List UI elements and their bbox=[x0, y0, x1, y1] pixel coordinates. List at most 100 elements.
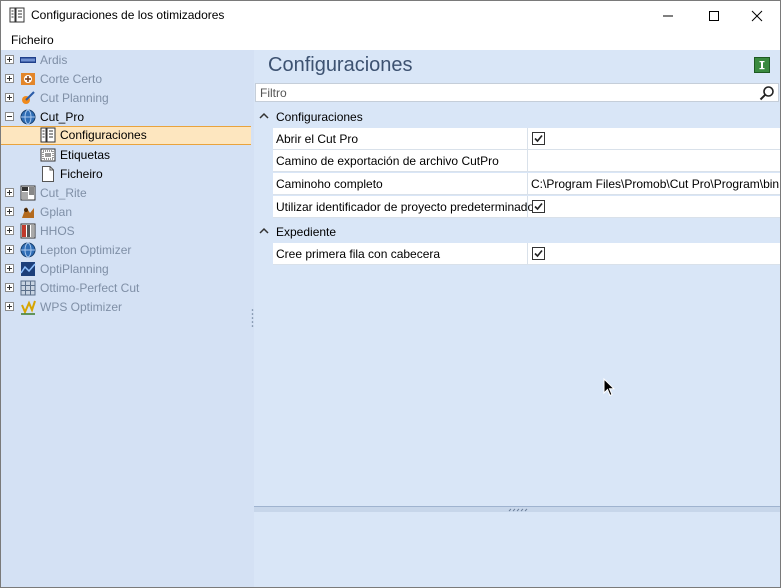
property-name: Cree primera fila con cabecera bbox=[276, 247, 441, 261]
tree-item-etiquetas[interactable]: Etiquetas bbox=[1, 146, 251, 164]
tree-item-cut-planning[interactable]: Cut Planning bbox=[1, 89, 251, 107]
tree-item-ardis[interactable]: Ardis bbox=[1, 51, 251, 69]
corte-certo-icon bbox=[21, 73, 35, 85]
property-value: C:\Program Files\Promob\Cut Pro\Program\… bbox=[531, 177, 780, 191]
property-cree-primera-fila[interactable]: Cree primera fila con cabecera bbox=[273, 243, 780, 265]
check-icon bbox=[534, 202, 543, 211]
chevron-up-icon[interactable] bbox=[259, 226, 269, 236]
category-configuraciones[interactable]: Configuraciones bbox=[254, 106, 780, 128]
expand-icon[interactable] bbox=[5, 283, 14, 292]
info-icon bbox=[759, 61, 765, 70]
file-icon bbox=[42, 166, 54, 182]
maximize-button[interactable] bbox=[691, 1, 737, 31]
tree-item-label: Lepton Optimizer bbox=[40, 243, 132, 257]
main-window: Configuraciones de los otimizadores Fich… bbox=[0, 0, 781, 588]
tree-item-label: WPS Optimizer bbox=[40, 300, 123, 314]
collapse-icon[interactable] bbox=[5, 112, 14, 121]
search-icon[interactable] bbox=[759, 85, 775, 101]
tree-item-corte-certo[interactable]: Corte Certo bbox=[1, 70, 251, 88]
expand-icon[interactable] bbox=[5, 226, 14, 235]
optimizer-tree: Ardis Corte Certo Cut Planning Cut_Pro C… bbox=[1, 50, 251, 587]
menu-bar: Ficheiro bbox=[1, 31, 780, 50]
property-name: Camino de exportación de archivo CutPro bbox=[276, 154, 499, 168]
tree-item-label: Configuraciones bbox=[60, 128, 147, 142]
property-utilizar-identificador[interactable]: Utilizar identificador de proyecto prede… bbox=[273, 196, 780, 218]
settings-panel: Configuraciones Filtro Configuraciones A… bbox=[254, 50, 780, 587]
description-area bbox=[254, 512, 780, 587]
cut-planning-icon bbox=[22, 91, 35, 104]
cut-pro-globe-icon bbox=[20, 109, 36, 125]
camino-exportacion-field[interactable] bbox=[529, 150, 780, 171]
check-icon bbox=[534, 134, 543, 143]
tree-item-label: Ficheiro bbox=[60, 167, 103, 181]
title-bar[interactable]: Configuraciones de los otimizadores bbox=[1, 1, 780, 31]
window-title: Configuraciones de los otimizadores bbox=[31, 8, 225, 22]
category-label: Configuraciones bbox=[276, 110, 363, 124]
minimize-button[interactable] bbox=[645, 1, 691, 31]
property-camino-exportacion[interactable]: Camino de exportación de archivo CutPro bbox=[273, 150, 780, 172]
tree-item-label: HHOS bbox=[40, 224, 75, 238]
optiplanning-icon bbox=[20, 262, 36, 276]
maximize-icon bbox=[709, 11, 719, 21]
minimize-icon bbox=[663, 15, 673, 17]
property-name: Abrir el Cut Pro bbox=[276, 132, 359, 146]
expand-icon[interactable] bbox=[5, 74, 14, 83]
tree-item-wps-optimizer[interactable]: WPS Optimizer bbox=[1, 298, 251, 316]
tree-item-label: Ardis bbox=[40, 53, 68, 67]
tree-item-configuraciones[interactable]: Configuraciones bbox=[1, 126, 251, 145]
tree-item-label: Corte Certo bbox=[40, 72, 103, 86]
category-label: Expediente bbox=[276, 225, 337, 239]
expand-icon[interactable] bbox=[5, 302, 14, 311]
property-caminoho-completo[interactable]: Caminoho completo C:\Program Files\Promo… bbox=[273, 173, 780, 195]
settings-list-icon bbox=[40, 127, 56, 143]
settings-list-icon bbox=[9, 7, 25, 23]
expand-icon[interactable] bbox=[5, 207, 14, 216]
label-icon bbox=[40, 148, 56, 162]
wps-icon bbox=[21, 300, 36, 315]
tree-item-label: Cut_Rite bbox=[40, 186, 87, 200]
gplan-icon bbox=[22, 207, 34, 218]
property-abrir-cut-pro[interactable]: Abrir el Cut Pro bbox=[273, 128, 780, 150]
expand-icon[interactable] bbox=[5, 188, 14, 197]
expand-icon[interactable] bbox=[5, 245, 14, 254]
close-icon bbox=[751, 10, 763, 22]
tree-item-cut-pro[interactable]: Cut_Pro bbox=[1, 108, 251, 126]
cut-rite-icon bbox=[20, 185, 36, 201]
tree-item-lepton-optimizer[interactable]: Lepton Optimizer bbox=[1, 241, 251, 259]
tree-item-cut-rite[interactable]: Cut_Rite bbox=[1, 184, 251, 202]
expand-icon[interactable] bbox=[5, 93, 14, 102]
caminoho-completo-field[interactable]: C:\Program Files\Promob\Cut Pro\Program\… bbox=[529, 173, 780, 194]
tree-item-gplan[interactable]: Gplan bbox=[1, 203, 251, 221]
lepton-globe-icon bbox=[20, 242, 36, 258]
tree-item-ficheiro[interactable]: Ficheiro bbox=[1, 165, 251, 183]
tree-item-label: Ottimo-Perfect Cut bbox=[40, 281, 140, 295]
property-name: Caminoho completo bbox=[276, 177, 383, 191]
property-name: Utilizar identificador de proyecto prede… bbox=[276, 200, 535, 214]
ardis-logo-icon bbox=[20, 57, 36, 63]
tree-item-label: Cut_Pro bbox=[40, 110, 85, 124]
filter-placeholder: Filtro bbox=[260, 86, 287, 100]
tree-item-label: Etiquetas bbox=[60, 148, 111, 162]
check-icon bbox=[534, 249, 543, 258]
tree-item-ottimo-perfect-cut[interactable]: Ottimo-Perfect Cut bbox=[1, 279, 251, 297]
tree-item-label: Gplan bbox=[40, 205, 73, 219]
panel-title: Configuraciones bbox=[268, 54, 413, 76]
chevron-up-icon[interactable] bbox=[259, 111, 269, 121]
tree-item-optiplanning[interactable]: OptiPlanning bbox=[1, 260, 251, 278]
mouse-cursor-icon bbox=[603, 378, 615, 397]
tree-item-label: Cut Planning bbox=[40, 91, 109, 105]
abrir-cut-pro-checkbox[interactable] bbox=[532, 132, 545, 145]
menu-ficheiro[interactable]: Ficheiro bbox=[11, 33, 54, 47]
category-expediente[interactable]: Expediente bbox=[254, 221, 780, 243]
expand-icon[interactable] bbox=[5, 264, 14, 273]
cree-primera-fila-checkbox[interactable] bbox=[532, 247, 545, 260]
hhos-icon bbox=[20, 223, 36, 239]
close-button[interactable] bbox=[734, 1, 780, 31]
grid-icon bbox=[20, 280, 36, 296]
tree-item-label: OptiPlanning bbox=[40, 262, 109, 276]
utilizar-identificador-checkbox[interactable] bbox=[532, 200, 545, 213]
expand-icon[interactable] bbox=[5, 55, 14, 64]
info-button[interactable] bbox=[754, 57, 770, 73]
filter-input[interactable]: Filtro bbox=[255, 83, 779, 102]
tree-item-hhos[interactable]: HHOS bbox=[1, 222, 251, 240]
